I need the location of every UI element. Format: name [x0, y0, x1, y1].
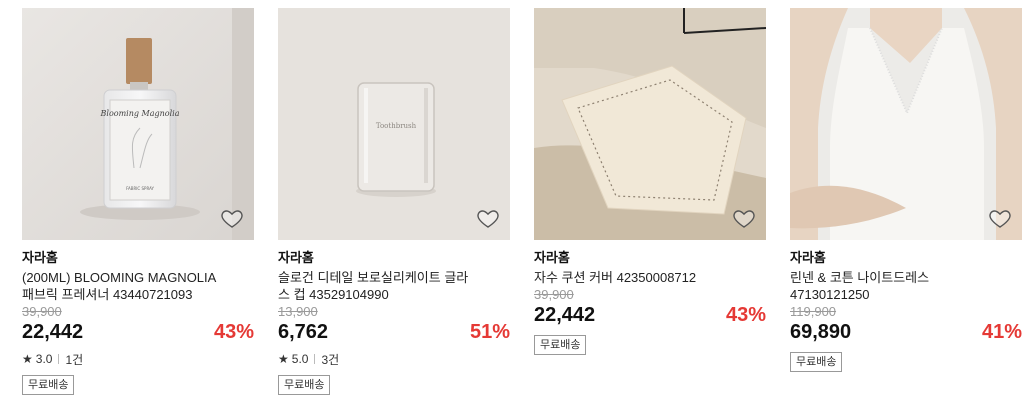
free-shipping-badge: 무료배송	[534, 335, 587, 355]
product-image[interactable]	[790, 8, 1022, 240]
divider	[58, 354, 60, 364]
original-price: 13,900	[278, 304, 318, 319]
original-price: 39,900	[534, 287, 574, 302]
divider	[314, 354, 316, 364]
product-image[interactable]: Blooming Magnolia FABRIC SPRAY	[22, 8, 254, 240]
product-title[interactable]: 슬로건 디테일 보로실리케이트 글라스 컵 43529104990	[278, 269, 478, 303]
product-card[interactable]: Blooming Magnolia FABRIC SPRAY 자라홈 (200M…	[22, 8, 254, 395]
brand-name: 자라홈	[534, 250, 570, 265]
star-icon: ★	[22, 352, 33, 366]
glass-label-text: Toothbrush	[376, 122, 417, 130]
free-shipping-badge: 무료배송	[790, 352, 843, 372]
review-count: 1건	[65, 352, 84, 367]
discount-rate: 43%	[725, 304, 766, 326]
sale-price: 22,442	[534, 304, 596, 326]
bottle-label-text: Blooming Magnolia	[100, 109, 180, 118]
original-price: 119,900	[790, 304, 837, 319]
sale-price: 6,762	[278, 321, 329, 343]
discount-rate: 51%	[469, 321, 510, 343]
brand-name: 자라홈	[22, 250, 58, 265]
wishlist-heart-icon[interactable]	[220, 206, 244, 230]
bottle-bottom-text: FABRIC SPRAY	[126, 186, 154, 191]
product-grid: Blooming Magnolia FABRIC SPRAY 자라홈 (200M…	[0, 0, 1032, 405]
price-row: 22,442 43%	[22, 320, 254, 344]
product-card[interactable]: Toothbrush 자라홈 슬로건 디테일 보로실리케이트 글라스 컵 435…	[278, 8, 510, 395]
discount-rate: 43%	[213, 321, 254, 343]
brand-name: 자라홈	[278, 250, 314, 265]
product-card[interactable]: 자라홈 린넨 & 코튼 나이트드레스 47130121250 119,900 6…	[790, 8, 1022, 372]
price-row: 22,442 43%	[534, 303, 766, 327]
price-row: 69,890 41%	[790, 320, 1022, 344]
rating-value: 3.0	[35, 352, 53, 366]
original-price: 39,900	[22, 304, 62, 319]
wishlist-heart-icon[interactable]	[988, 206, 1012, 230]
rating: ★ 5.0 3건	[278, 351, 510, 367]
discount-rate: 41%	[981, 321, 1022, 343]
review-count: 3건	[321, 352, 340, 367]
sale-price: 22,442	[22, 321, 84, 343]
rating-value: 5.0	[291, 352, 309, 366]
wishlist-heart-icon[interactable]	[476, 206, 500, 230]
wishlist-heart-icon[interactable]	[732, 206, 756, 230]
product-card[interactable]: 자라홈 자수 쿠션 커버 42350008712 39,900 22,442 4…	[534, 8, 766, 355]
rating: ★ 3.0 1건	[22, 351, 254, 367]
product-title[interactable]: 린넨 & 코튼 나이트드레스 47130121250	[790, 269, 940, 303]
product-title[interactable]: (200ML) BLOOMING MAGNOLIA 패브릭 프레셔너 43440…	[22, 269, 222, 303]
product-title[interactable]: 자수 쿠션 커버 42350008712	[534, 269, 734, 286]
free-shipping-badge: 무료배송	[22, 375, 75, 395]
sale-price: 69,890	[790, 321, 852, 343]
brand-name: 자라홈	[790, 250, 826, 265]
price-row: 6,762 51%	[278, 320, 510, 344]
star-icon: ★	[278, 352, 289, 366]
free-shipping-badge: 무료배송	[278, 375, 331, 395]
product-image[interactable]: Toothbrush	[278, 8, 510, 240]
product-image[interactable]	[534, 8, 766, 240]
